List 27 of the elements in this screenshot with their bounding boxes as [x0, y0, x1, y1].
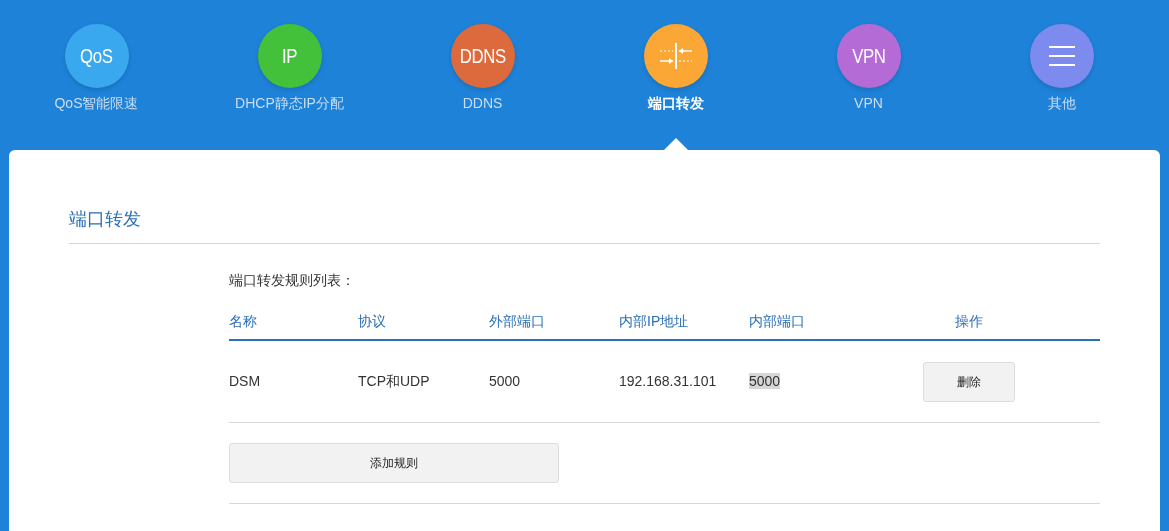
column-header: 协议: [358, 311, 386, 331]
column-header: 操作: [955, 311, 983, 331]
nav-icon-button[interactable]: IP: [257, 24, 322, 88]
section-title: 端口转发: [69, 206, 1100, 244]
list-title: 端口转发规则列表：: [229, 271, 355, 290]
table-cell: 192.168.31.101: [619, 373, 717, 389]
column-header: 内部IP地址: [619, 311, 689, 331]
column-header: 名称: [229, 311, 257, 331]
nav-label[interactable]: 端口转发: [647, 93, 704, 114]
menu-icon[interactable]: [1029, 24, 1094, 88]
nav-label[interactable]: DHCP静态IP分配: [235, 93, 344, 114]
nav-label[interactable]: VPN: [854, 93, 883, 114]
port-forward-icon[interactable]: [643, 24, 708, 88]
table-cell: DSM: [229, 373, 261, 389]
table-cell: TCP和UDP: [358, 373, 430, 389]
nav-label[interactable]: QoS智能限速: [54, 93, 139, 114]
delete-button[interactable]: 删除: [923, 361, 1015, 402]
nav-icon-button[interactable]: VPN: [836, 24, 901, 88]
table-cell: 5000: [489, 373, 521, 389]
table-cell: 5000: [749, 373, 781, 389]
nav-icon-button[interactable]: DDNS: [450, 24, 515, 88]
nav-icon-button[interactable]: QoS: [64, 24, 129, 88]
nav-label[interactable]: 其他: [1047, 93, 1076, 114]
column-header: 外部端口: [489, 311, 545, 331]
column-header: 内部端口: [749, 311, 805, 331]
add-rule-button[interactable]: 添加规则: [229, 443, 559, 483]
nav-label[interactable]: DDNS: [462, 93, 503, 114]
